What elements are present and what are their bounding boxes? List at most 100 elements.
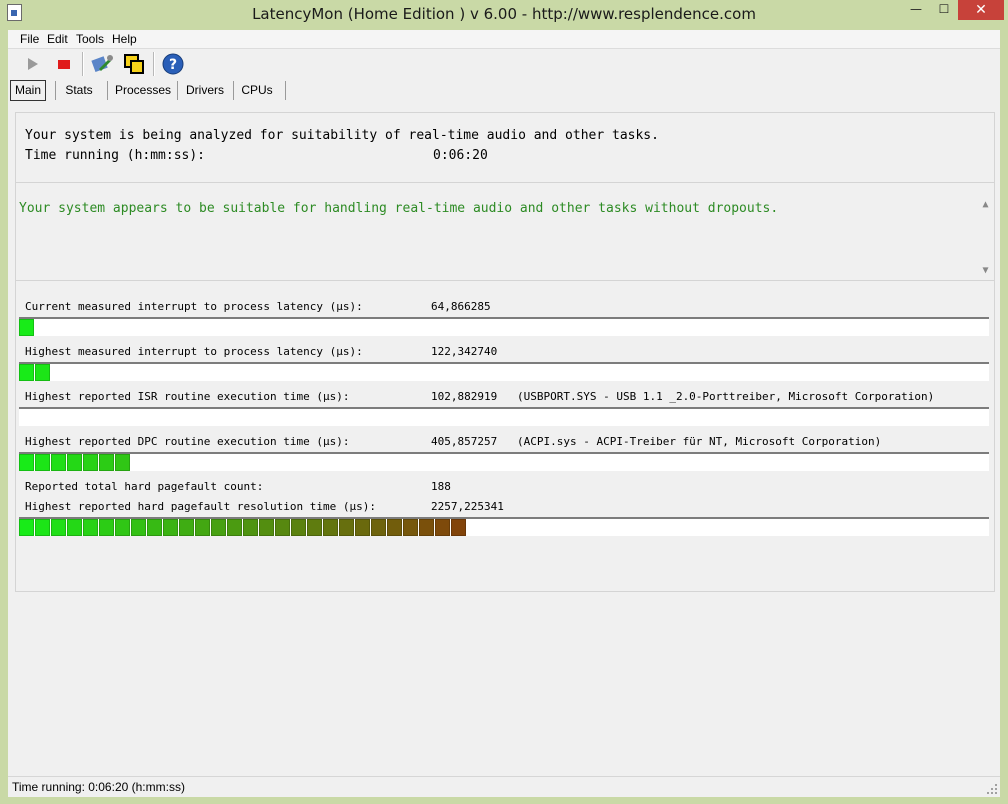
tab-separator <box>285 81 286 100</box>
bar-segment <box>83 519 98 536</box>
tab-main[interactable]: Main <box>10 80 46 101</box>
bar-segment <box>307 519 322 536</box>
metric-value-isr-time: 102,882919 <box>431 390 498 403</box>
bar-segment <box>211 519 226 536</box>
bar-segment <box>19 454 34 471</box>
bar-segment <box>435 519 450 536</box>
analysis-status-text: Your system is being analyzed for suitab… <box>25 128 659 143</box>
bar-segment <box>243 519 258 536</box>
close-button[interactable]: ✕ <box>958 0 1004 20</box>
bar-segment <box>19 319 34 336</box>
maximize-button[interactable]: ☐ <box>930 0 958 20</box>
metric-value-dpc-time: 405,857257 <box>431 435 498 448</box>
tab-drivers[interactable]: Drivers <box>182 80 228 100</box>
bar-segment <box>99 454 114 471</box>
tab-separator <box>233 81 234 100</box>
toolbar: ? <box>8 49 1000 79</box>
bar-segment <box>195 519 210 536</box>
bar-segment <box>35 364 50 381</box>
metric-label-isr-time: Highest reported ISR routine execution t… <box>25 390 350 403</box>
bar-segment <box>451 519 466 536</box>
bar-segment <box>51 519 66 536</box>
bar-fill <box>19 454 131 471</box>
status-bar: Time running: 0:06:20 (h:mm:ss) <box>8 776 1000 797</box>
title-bar[interactable]: LatencyMon (Home Edition ) v 6.00 - http… <box>0 0 1008 28</box>
verdict-panel: Your system appears to be suitable for h… <box>15 182 995 282</box>
scroll-down-icon[interactable]: ▼ <box>977 263 994 279</box>
scroll-up-icon[interactable]: ▲ <box>977 197 994 213</box>
bar-segment <box>67 454 82 471</box>
bar-fill <box>19 319 35 336</box>
bar-segment <box>323 519 338 536</box>
bar-segment <box>147 519 162 536</box>
stop-icon[interactable] <box>52 52 76 76</box>
metric-driver-isr: (USBPORT.SYS - USB 1.1 _2.0-Porttreiber,… <box>517 390 935 403</box>
bar-fill <box>19 519 467 536</box>
bar-segment <box>339 519 354 536</box>
metrics-panel: Current measured interrupt to process la… <box>15 280 995 592</box>
time-running-label: Time running (h:mm:ss): <box>25 148 206 163</box>
bar-segment <box>355 519 370 536</box>
bar-segment <box>419 519 434 536</box>
menu-tools[interactable]: Tools <box>76 32 104 46</box>
verdict-text: Your system appears to be suitable for h… <box>19 201 779 216</box>
bar-segment <box>403 519 418 536</box>
bar-isr-time <box>19 407 989 426</box>
tab-processes[interactable]: Processes <box>112 80 174 100</box>
bar-segment <box>115 454 130 471</box>
bar-pagefault-time <box>19 517 989 536</box>
windows-icon[interactable] <box>122 52 146 76</box>
metric-value-pagefault-time: 2257,225341 <box>431 500 504 513</box>
help-icon[interactable]: ? <box>161 52 185 76</box>
bar-segment <box>67 519 82 536</box>
bar-segment <box>51 454 66 471</box>
toolbar-separator <box>153 52 155 76</box>
minimize-button[interactable]: — <box>902 0 930 20</box>
bar-segment <box>83 454 98 471</box>
tab-cpus[interactable]: CPUs <box>238 80 276 100</box>
menu-help[interactable]: Help <box>112 32 137 46</box>
bar-segment <box>35 519 50 536</box>
time-running-value: 0:06:20 <box>433 148 488 163</box>
metric-value-pagefault-count: 188 <box>431 480 451 493</box>
client-area: File Edit Tools Help ? Main Stats Proces… <box>8 30 1000 797</box>
bar-segment <box>291 519 306 536</box>
metric-label-highest-latency: Highest measured interrupt to process la… <box>25 345 363 358</box>
bar-segment <box>19 519 34 536</box>
metric-driver-dpc: (ACPI.sys - ACPI-Treiber für NT, Microso… <box>517 435 882 448</box>
tab-strip: Main Stats Processes Drivers CPUs <box>8 80 1000 102</box>
bar-segment <box>131 519 146 536</box>
bar-segment <box>227 519 242 536</box>
metric-label-dpc-time: Highest reported DPC routine execution t… <box>25 435 350 448</box>
bar-segment <box>19 364 34 381</box>
menu-edit[interactable]: Edit <box>47 32 68 46</box>
bar-segment <box>275 519 290 536</box>
status-text: Time running: 0:06:20 (h:mm:ss) <box>12 780 185 794</box>
latencymon-window: LatencyMon (Home Edition ) v 6.00 - http… <box>0 0 1008 804</box>
bar-dpc-time <box>19 452 989 471</box>
window-title: LatencyMon (Home Edition ) v 6.00 - http… <box>252 5 756 23</box>
bar-segment <box>371 519 386 536</box>
bar-segment <box>163 519 178 536</box>
wrench-icon[interactable] <box>90 52 114 76</box>
tab-separator <box>107 81 108 100</box>
metric-label-pagefault-count: Reported total hard pagefault count: <box>25 480 264 493</box>
tab-separator <box>177 81 178 100</box>
play-icon[interactable] <box>20 52 44 76</box>
bar-segment <box>35 454 50 471</box>
bar-segment <box>387 519 402 536</box>
menu-file[interactable]: File <box>20 32 39 46</box>
bar-current-latency <box>19 317 989 336</box>
metric-label-pagefault-time: Highest reported hard pagefault resoluti… <box>25 500 376 513</box>
verdict-scrollbar[interactable]: ▲ ▼ <box>977 197 994 279</box>
bar-segment <box>259 519 274 536</box>
bar-segment <box>115 519 130 536</box>
resize-grip-icon[interactable] <box>986 783 998 795</box>
bar-segment <box>179 519 194 536</box>
metric-label-current-latency: Current measured interrupt to process la… <box>25 300 363 313</box>
analysis-summary-panel: Your system is being analyzed for suitab… <box>15 112 995 184</box>
tab-separator <box>55 81 56 100</box>
bar-segment <box>99 519 114 536</box>
menu-bar: File Edit Tools Help <box>8 30 1000 49</box>
tab-stats[interactable]: Stats <box>60 80 98 100</box>
